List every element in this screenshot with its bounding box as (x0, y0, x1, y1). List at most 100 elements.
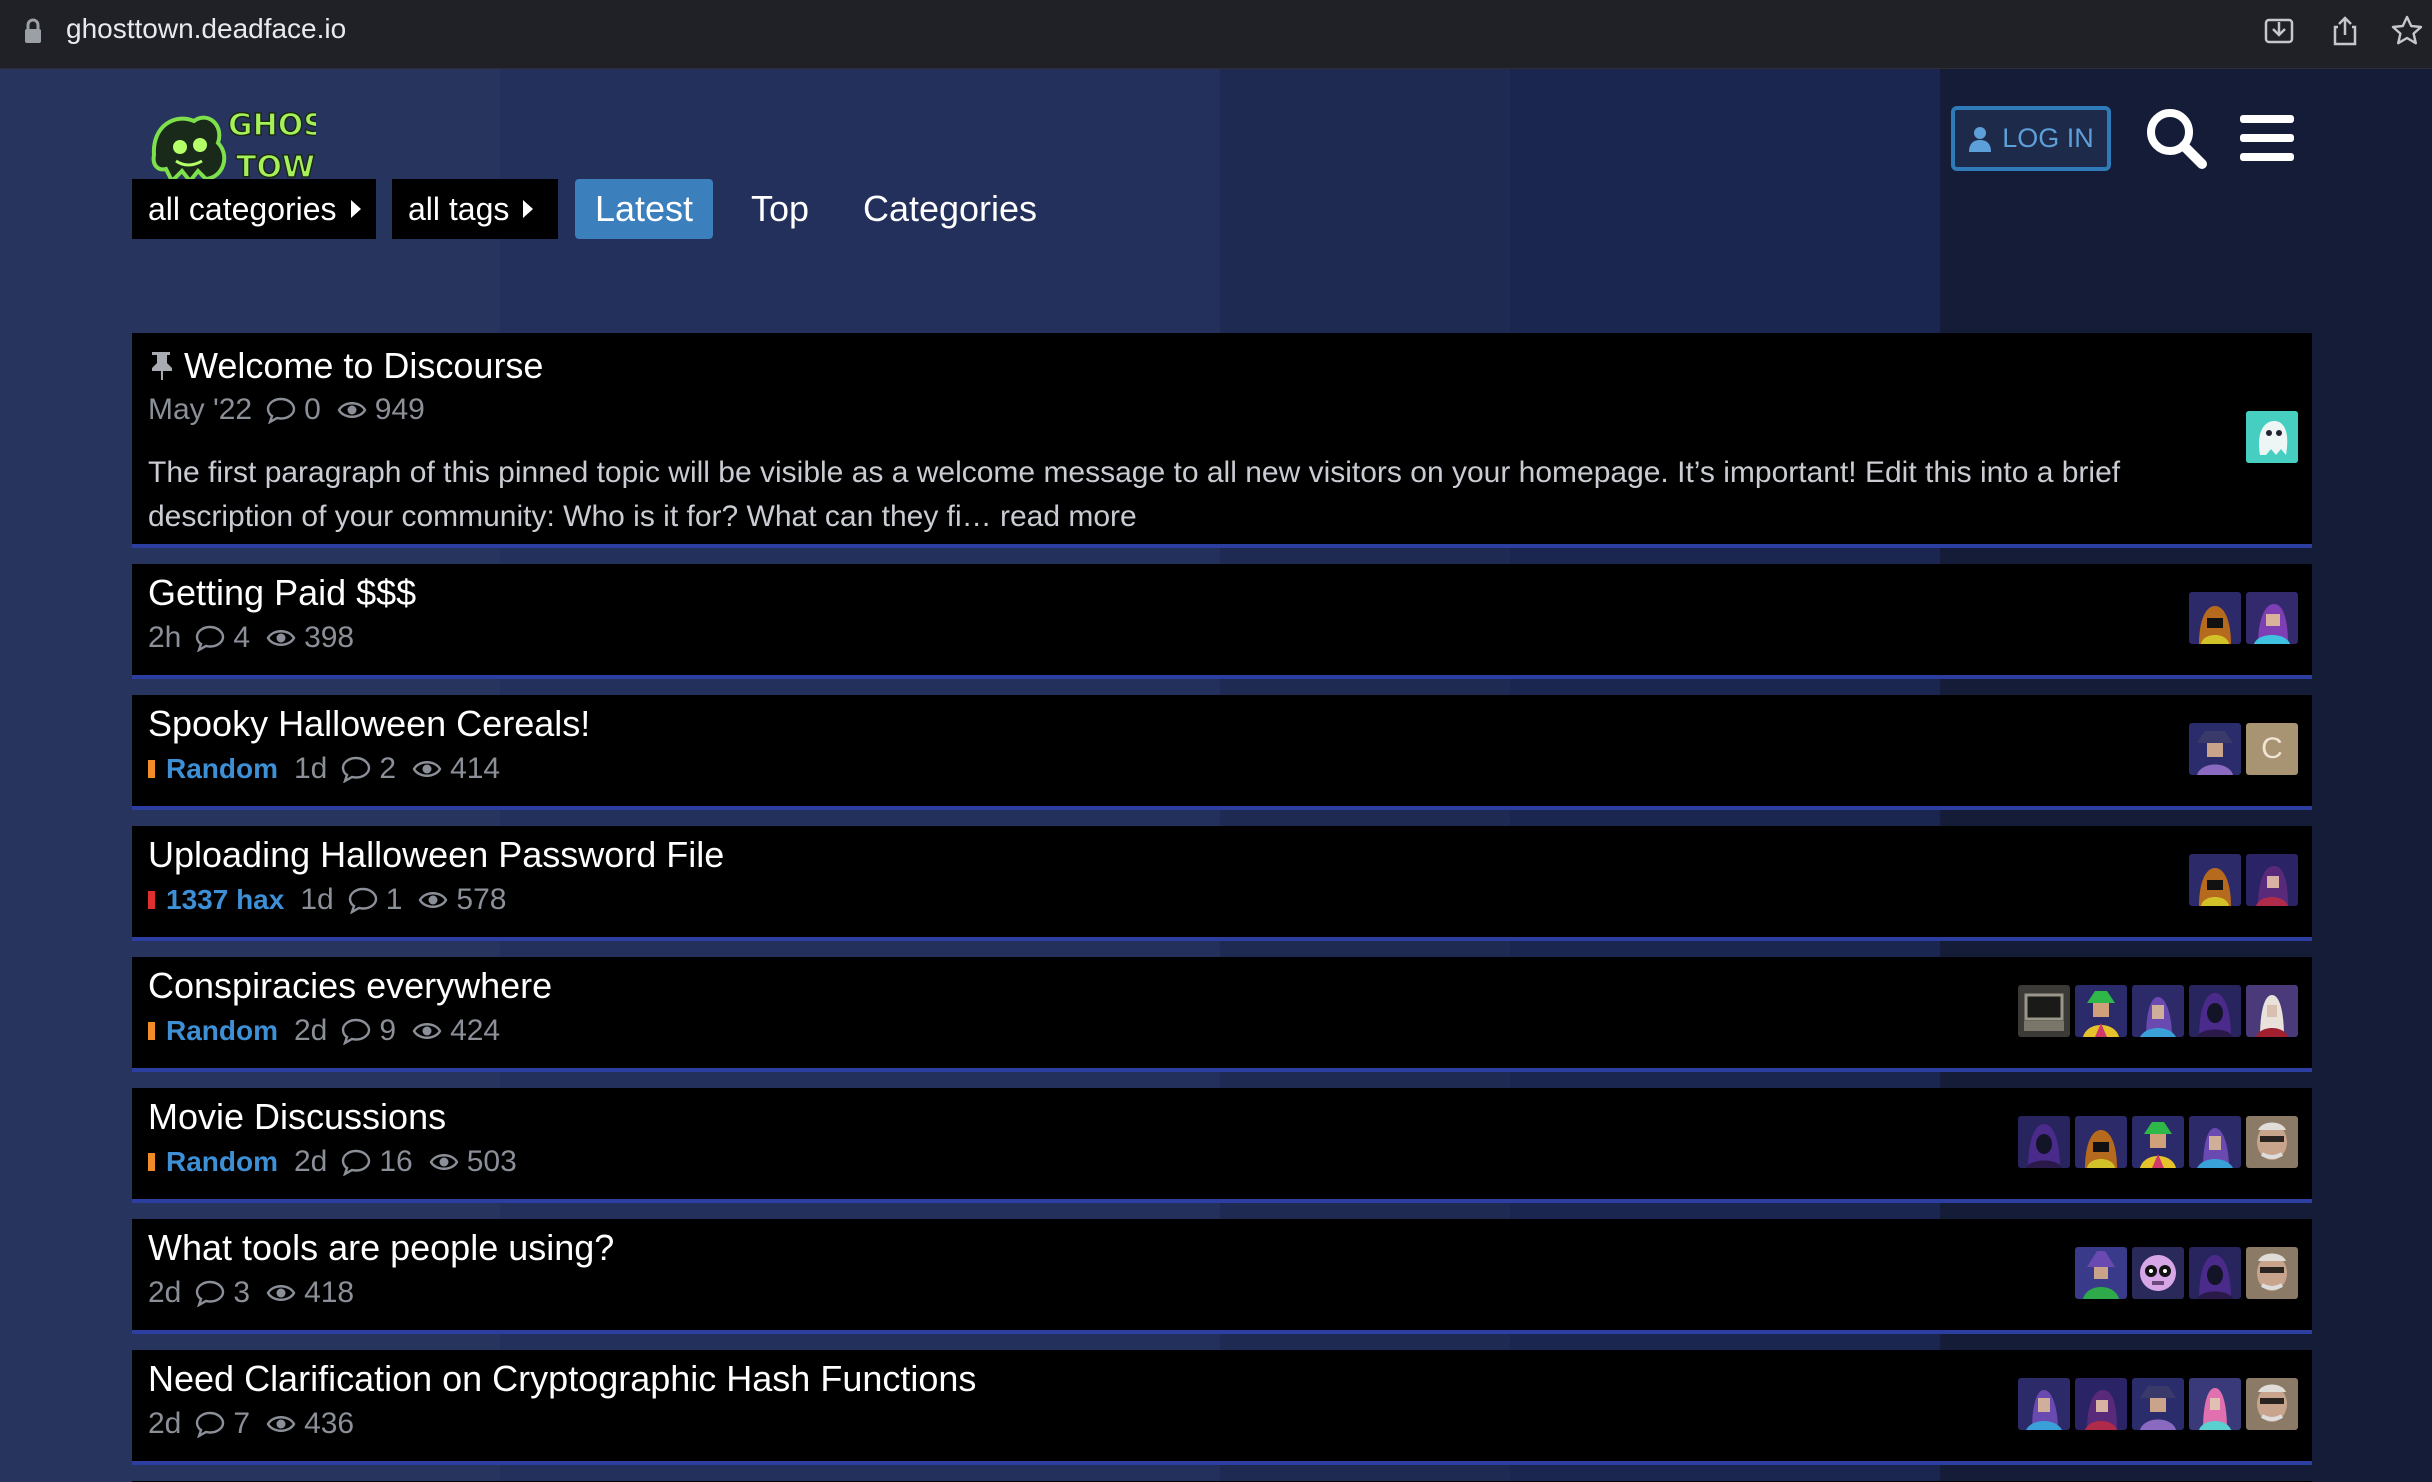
poster-avatars (2075, 1247, 2298, 1299)
topic-row[interactable]: Getting Paid $$$ 2h 4 398 (132, 564, 2312, 679)
comment-icon (348, 887, 377, 914)
topic-title-text: Welcome to Discourse (184, 345, 544, 386)
caret-right-icon (350, 200, 361, 218)
hacker-avatar-red[interactable] (2075, 1378, 2127, 1430)
login-label: LOG IN (2002, 123, 2094, 153)
view-count: 414 (450, 752, 501, 785)
topic-meta: Random 2d 16 503 (148, 1145, 533, 1179)
hacker-avatar-green[interactable] (2075, 1247, 2127, 1299)
search-icon[interactable] (2144, 106, 2208, 170)
hacker-avatar-hood[interactable] (2189, 985, 2241, 1037)
topic-title[interactable]: Welcome to Discourse (148, 345, 543, 387)
share-icon[interactable] (2328, 14, 2362, 48)
photo-avatar-man[interactable] (2246, 1378, 2298, 1430)
category-badge[interactable]: Random (148, 1015, 278, 1047)
photo-avatar-man[interactable] (2246, 1116, 2298, 1168)
browser-address-bar[interactable]: ghosttown.deadface.io (0, 0, 2432, 69)
reply-count: 16 (379, 1145, 413, 1178)
ghost-avatar[interactable] (2246, 411, 2298, 463)
category-name: Random (166, 1015, 278, 1046)
topic-meta: 2d 7 436 (148, 1407, 370, 1441)
topic-title[interactable]: Need Clarification on Cryptographic Hash… (148, 1358, 976, 1400)
eye-icon (419, 892, 448, 908)
comment-icon (266, 397, 296, 424)
topic-meta: Random 2d 9 424 (148, 1014, 516, 1048)
hacker-avatar-hat[interactable] (2132, 1378, 2184, 1430)
topic-title[interactable]: Spooky Halloween Cereals! (148, 703, 590, 745)
tab-categories[interactable]: Categories (860, 179, 1040, 239)
topic-title[interactable]: Uploading Halloween Password File (148, 834, 724, 876)
lock-icon (24, 18, 42, 44)
hacker-avatar-blue[interactable] (2132, 985, 2184, 1037)
hacker-avatar-pale[interactable] (2246, 985, 2298, 1037)
comment-icon (342, 1149, 371, 1176)
hacker-avatar-yellow[interactable] (2132, 1116, 2184, 1168)
hacker-avatar-orange[interactable] (2189, 854, 2241, 906)
eye-icon (412, 1023, 442, 1039)
hacker-avatar-orange[interactable] (2189, 592, 2241, 644)
poster-avatars: C (2189, 723, 2298, 775)
letter-avatar-c[interactable]: C (2246, 723, 2298, 775)
topic-row[interactable]: Conspiracies everywhere Random 2d 9 424 (132, 957, 2312, 1072)
caret-right-icon (523, 200, 534, 218)
view-count: 418 (304, 1276, 355, 1309)
install-icon[interactable] (2262, 14, 2296, 48)
hacker-avatar-hood[interactable] (2018, 1116, 2070, 1168)
hamburger-menu-icon[interactable] (2238, 109, 2296, 167)
tab-latest[interactable]: Latest (575, 179, 713, 239)
category-color-bar (148, 1153, 155, 1171)
skull-avatar[interactable] (2132, 1247, 2184, 1299)
tag-dropdown[interactable]: all tags (392, 179, 558, 239)
hacker-avatar-purple[interactable] (2246, 592, 2298, 644)
hacker-avatar-orange[interactable] (2075, 1116, 2127, 1168)
topic-meta: 2d 3 418 (148, 1276, 370, 1310)
login-button[interactable]: LOG IN (1951, 106, 2111, 171)
tab-top[interactable]: Top (745, 179, 815, 239)
computer-avatar[interactable] (2018, 985, 2070, 1037)
hacker-avatar-yellow[interactable] (2075, 985, 2127, 1037)
category-badge[interactable]: Random (148, 753, 278, 785)
poster-avatars (2018, 985, 2298, 1037)
topic-row[interactable]: Uploading Halloween Password File 1337 h… (132, 826, 2312, 941)
topic-title[interactable]: Conspiracies everywhere (148, 965, 552, 1007)
category-name: Random (166, 1146, 278, 1177)
topic-row[interactable]: Need Clarification on Cryptographic Hash… (132, 1350, 2312, 1465)
topic-title[interactable]: Getting Paid $$$ (148, 572, 416, 614)
comment-icon (196, 625, 225, 652)
category-dropdown[interactable]: all categories (132, 179, 376, 239)
eye-icon (412, 761, 442, 777)
category-color-bar (148, 760, 155, 778)
topic-row[interactable]: Movie Discussions Random 2d 16 503 (132, 1088, 2312, 1203)
hacker-avatar-blue[interactable] (2189, 1116, 2241, 1168)
svg-text:GHOST: GHOST (228, 108, 316, 143)
category-name: 1337 hax (166, 884, 285, 915)
topic-row[interactable]: Spooky Halloween Cereals! Random 1d 2 41… (132, 695, 2312, 810)
hacker-avatar-hood[interactable] (2189, 1247, 2241, 1299)
hacker-avatar-pink[interactable] (2189, 1378, 2241, 1430)
reply-count: 2 (379, 752, 397, 785)
category-badge[interactable]: 1337 hax (148, 884, 284, 916)
pin-icon (152, 352, 172, 380)
topic-title[interactable]: What tools are people using? (148, 1227, 614, 1269)
topic-meta: 2h 4 398 (148, 621, 370, 655)
category-dropdown-label: all categories (148, 190, 337, 227)
category-name: Random (166, 753, 278, 784)
comment-icon (196, 1280, 225, 1307)
bookmark-star-icon[interactable] (2390, 14, 2424, 48)
category-badge[interactable]: Random (148, 1146, 278, 1178)
topic-excerpt[interactable]: The first paragraph of this pinned topic… (148, 451, 2208, 539)
poster-avatars (2246, 411, 2298, 463)
topic-row[interactable]: Welcome to Discourse May '22 0 949 The f… (132, 333, 2312, 548)
avatar-letter: C (2261, 732, 2283, 765)
url-text[interactable]: ghosttown.deadface.io (66, 14, 346, 44)
hacker-avatar-blue[interactable] (2018, 1378, 2070, 1430)
comment-icon (196, 1411, 225, 1438)
hacker-avatar-hat[interactable] (2189, 723, 2241, 775)
hacker-avatar-red[interactable] (2246, 854, 2298, 906)
eye-icon (266, 1416, 296, 1432)
photo-avatar-man[interactable] (2246, 1247, 2298, 1299)
topic-title[interactable]: Movie Discussions (148, 1096, 446, 1138)
topic-row[interactable]: What tools are people using? 2d 3 418 (132, 1219, 2312, 1334)
poster-avatars (2018, 1116, 2298, 1168)
topic-age: 2d (294, 1145, 328, 1178)
